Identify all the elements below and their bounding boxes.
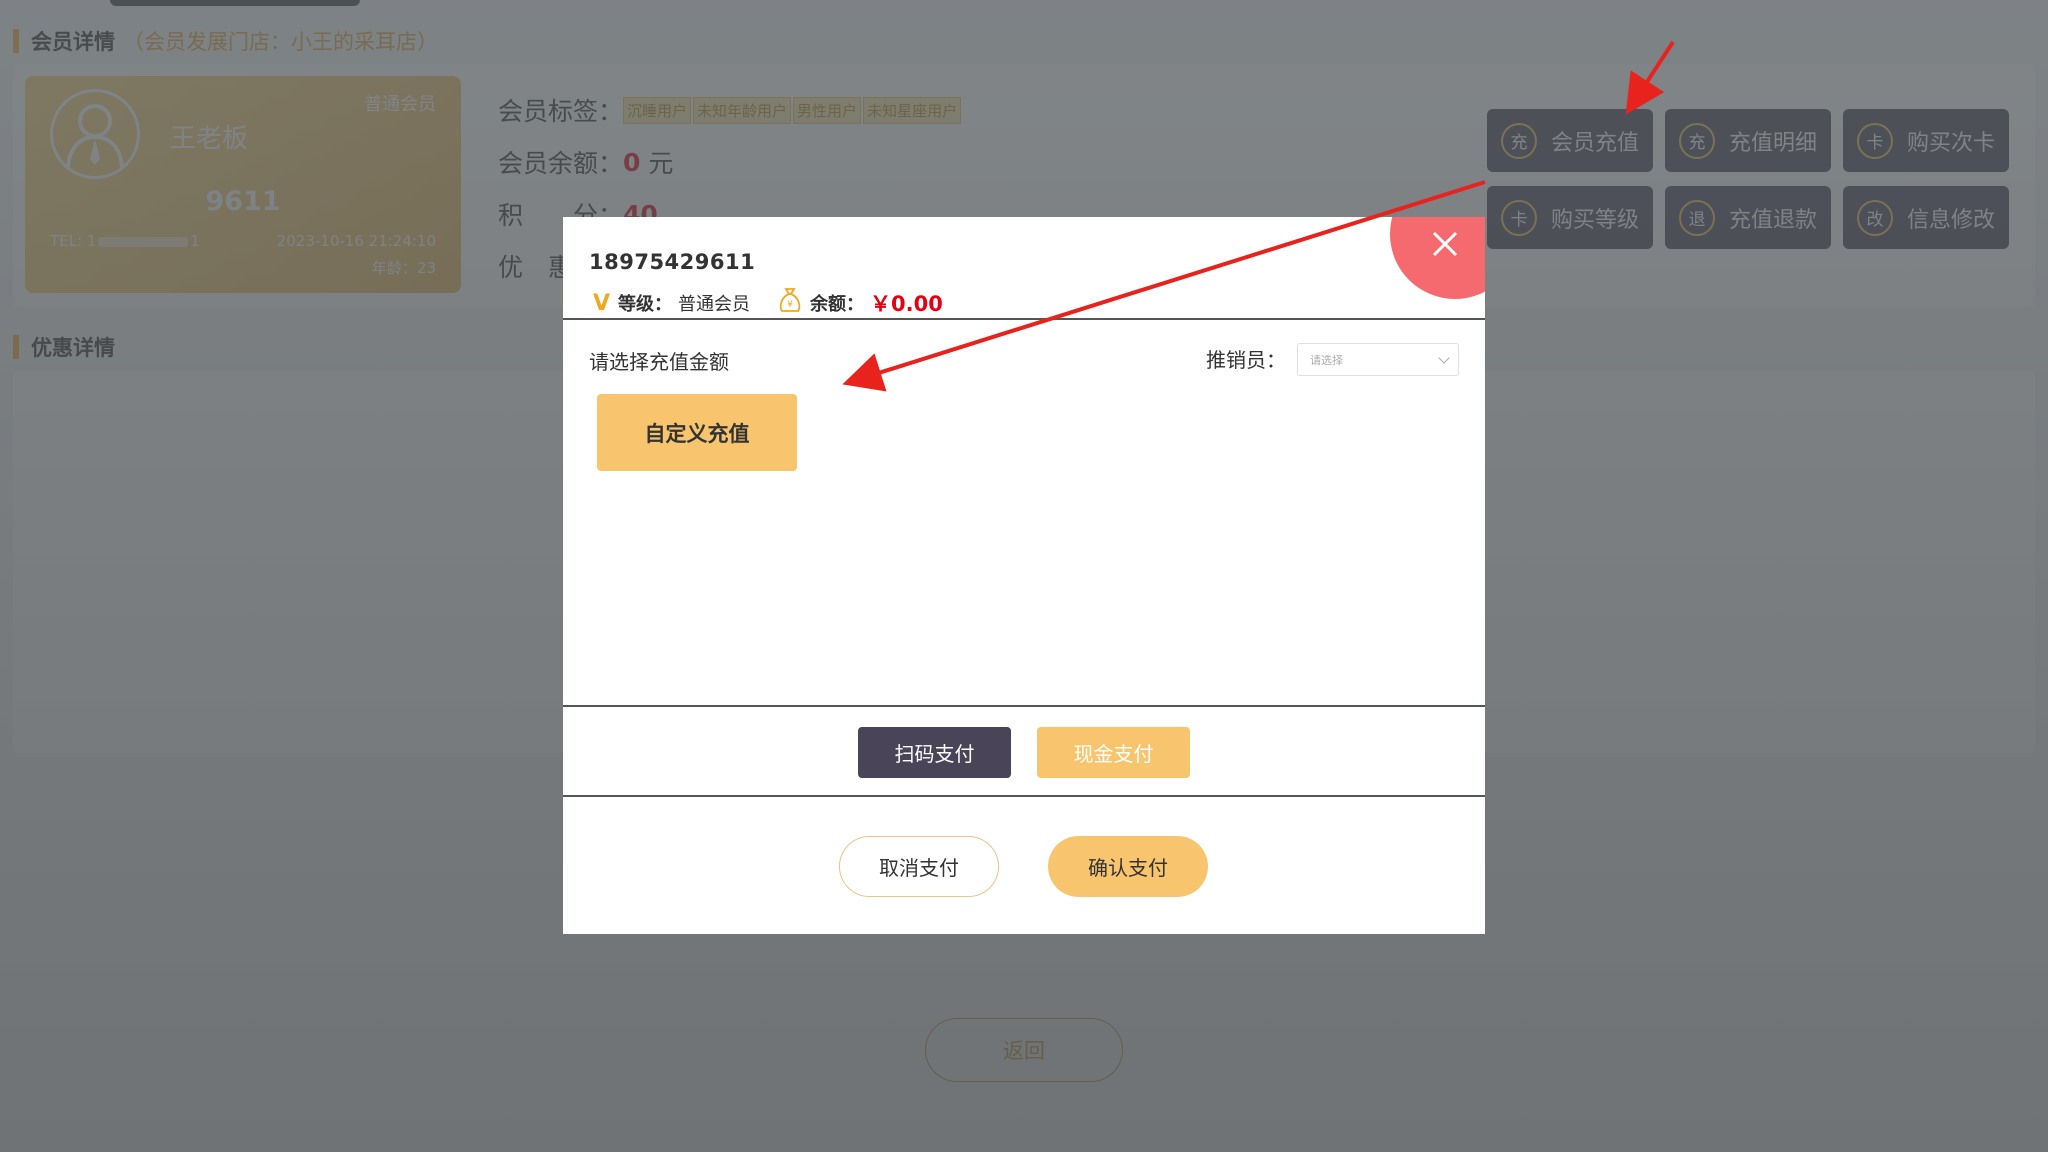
confirm-payment-button[interactable]: 确认支付 (1048, 836, 1208, 897)
member-tag: 未知星座用户 (863, 96, 962, 124)
member-number: 9611 (205, 186, 281, 217)
member-tag: 男性用户 (793, 96, 862, 124)
action-label: 会员充值 (1550, 130, 1639, 156)
tags-label: 会员标签： (498, 97, 624, 126)
level-icon: V (593, 290, 611, 316)
edit-info-button[interactable]: 改 信息修改 (1843, 186, 2009, 249)
discount-detail-header: 优惠详情 (13, 332, 115, 362)
member-name: 王老板 (170, 124, 249, 154)
member-age: 年龄：23 (371, 259, 436, 277)
close-icon (1432, 231, 1458, 257)
close-button[interactable] (1390, 217, 1485, 299)
buy-level-button[interactable]: 卡 购买等级 (1487, 186, 1653, 249)
cash-pay-button[interactable]: 现金支付 (1037, 727, 1190, 778)
refund-icon: 退 (1678, 199, 1715, 236)
action-label: 信息修改 (1906, 207, 1995, 233)
tel-masked (98, 236, 189, 247)
balance-row: 会员余额： 0 元 (498, 136, 963, 188)
svg-text:¥: ¥ (787, 300, 793, 310)
divider (563, 318, 1485, 320)
level-value: 普通会员 (678, 294, 751, 315)
store-note: （会员发展门店：小王的采耳店） (123, 30, 438, 54)
recharge-detail-icon: 充 (1678, 122, 1715, 159)
card-icon: 卡 (1856, 122, 1893, 159)
salesperson-select[interactable]: 请选择 (1297, 343, 1459, 376)
recharge-detail-button[interactable]: 充 充值明细 (1665, 109, 1831, 172)
edit-icon: 改 (1856, 199, 1893, 236)
modal-member-meta: V 等级： 普通会员 ¥ 余额： ￥0.00 (593, 287, 943, 319)
member-tel: TEL: 1 1 (50, 232, 200, 250)
section-marker (13, 335, 19, 359)
divider (563, 705, 1485, 707)
recharge-refund-button[interactable]: 退 充值退款 (1665, 186, 1831, 249)
card-icon: 卡 (1500, 199, 1537, 236)
balance-amount: ￥0.00 (870, 292, 943, 316)
section-title: 优惠详情 (31, 336, 115, 360)
chevron-down-icon (1438, 352, 1450, 364)
salesperson-label: 推销员： (1206, 348, 1286, 372)
action-label: 购买等级 (1550, 207, 1639, 233)
section-marker (13, 29, 19, 53)
salesperson-placeholder: 请选择 (1310, 353, 1343, 367)
back-button[interactable]: 返回 (925, 1018, 1123, 1082)
action-label: 充值退款 (1728, 207, 1817, 233)
member-tag: 未知年龄用户 (693, 96, 792, 124)
member-card: 王老板 普通会员 9611 TEL: 1 1 2023-10-16 21:24:1… (25, 76, 461, 293)
recharge-modal: 18975429611 V 等级： 普通会员 ¥ 余额： ￥0.00 请选择充值… (563, 217, 1485, 934)
balance-label: 会员余额： (498, 149, 624, 178)
member-tag: 沉睡用户 (623, 96, 692, 124)
section-title: 会员详情 (31, 30, 115, 54)
scan-pay-button[interactable]: 扫码支付 (858, 727, 1011, 778)
level-label: 等级： (618, 294, 673, 315)
action-label: 充值明细 (1728, 130, 1817, 156)
action-label: 购买次卡 (1906, 130, 1995, 156)
tel-suffix: 1 (190, 232, 200, 250)
modal-phone: 18975429611 (589, 250, 756, 274)
tags-row: 会员标签： 沉睡用户 未知年龄用户 男性用户 未知星座用户 (498, 84, 963, 136)
select-amount-label: 请选择充值金额 (589, 350, 729, 374)
recharge-button[interactable]: 充 会员充值 (1487, 109, 1653, 172)
money-bag-icon: ¥ (778, 287, 802, 319)
recharge-icon: 充 (1500, 122, 1537, 159)
register-time: 2023-10-16 21:24:10 (276, 232, 436, 250)
top-tab-stub (110, 0, 360, 6)
custom-recharge-button[interactable]: 自定义充值 (597, 394, 797, 471)
balance-label: 余额： (810, 294, 865, 315)
divider (563, 795, 1485, 797)
buy-count-card-button[interactable]: 卡 购买次卡 (1843, 109, 2009, 172)
tel-prefix: TEL: 1 (50, 232, 97, 250)
balance-value: 0 (623, 147, 641, 177)
cancel-payment-button[interactable]: 取消支付 (839, 836, 999, 897)
member-detail-header: 会员详情 （会员发展门店：小王的采耳店） (13, 26, 438, 56)
member-level: 普通会员 (364, 94, 436, 115)
discount-label: 优 惠 (498, 253, 574, 282)
avatar-icon (50, 89, 140, 179)
balance-unit: 元 (648, 149, 674, 178)
